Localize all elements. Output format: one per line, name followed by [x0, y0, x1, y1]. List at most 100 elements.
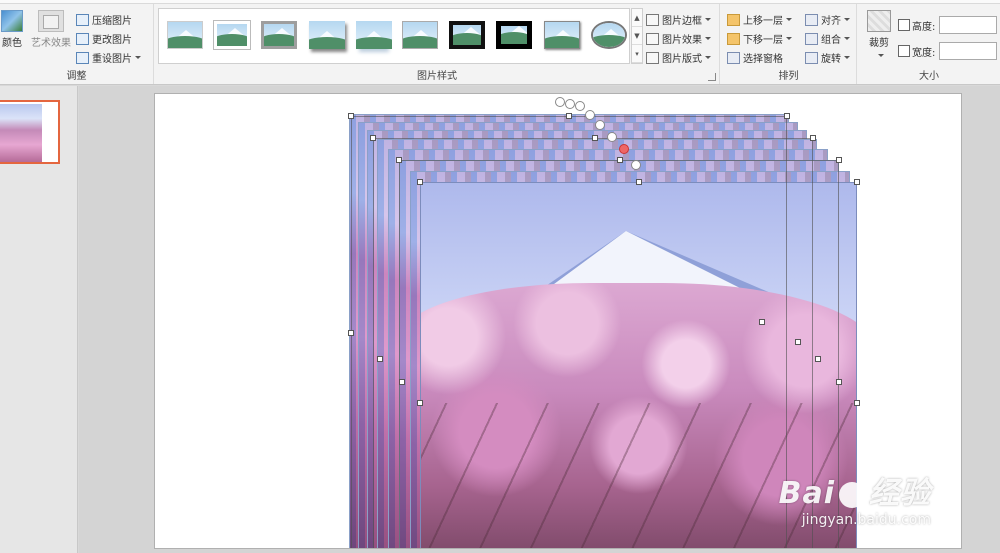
resize-handle[interactable]	[396, 157, 402, 163]
picture-border-button[interactable]: 图片边框	[646, 10, 711, 29]
resize-handle[interactable]	[854, 400, 860, 406]
resize-handle[interactable]	[399, 379, 405, 385]
group-icon	[805, 32, 818, 45]
rotate-handle[interactable]	[607, 132, 617, 142]
resize-handle[interactable]	[348, 330, 354, 336]
watermark-url: jingyan.baidu.com	[801, 512, 931, 528]
style-thumb-soft-edge[interactable]	[402, 21, 438, 49]
picture-styles-group: ▲ ▼ ▾ 图片边框 图片效果 图片版式 图片样式	[155, 4, 720, 84]
resize-handle[interactable]	[784, 113, 790, 119]
style-thumb-reflected[interactable]	[356, 21, 392, 49]
resize-handle[interactable]	[566, 113, 572, 119]
width-label: 宽度:	[912, 47, 936, 59]
rotate-handle[interactable]	[595, 120, 605, 130]
height-label: 高度:	[912, 21, 936, 33]
style-thumb-white-frame[interactable]	[214, 21, 250, 49]
picture-layout-button[interactable]: 图片版式	[646, 48, 711, 67]
bring-forward-button[interactable]: 上移一层	[727, 10, 792, 29]
resize-handle[interactable]	[377, 356, 383, 362]
send-backward-button[interactable]: 下移一层	[727, 29, 792, 48]
change-picture-button[interactable]: 更改图片	[76, 29, 141, 48]
baidu-watermark: Bai 经验 jingyan.baidu.com	[779, 468, 931, 528]
adjust-group: 颜色 艺术效果 压缩图片 更改图片 重设图片 调整	[0, 4, 154, 84]
size-group: 裁剪 高度: 宽度: 大小	[858, 4, 1000, 84]
gallery-scroll[interactable]: ▲ ▼ ▾	[631, 8, 643, 64]
rotate-handle[interactable]	[631, 160, 641, 170]
compress-pictures-button[interactable]: 压缩图片	[76, 10, 141, 29]
chevron-down-icon[interactable]: ▼	[632, 27, 642, 45]
rotate-handle[interactable]	[619, 144, 629, 154]
arrange-col-1: 上移一层 下移一层 选择窗格	[727, 10, 792, 67]
style-thumb-bevel[interactable]	[544, 21, 580, 49]
watermark-bai: Bai	[778, 476, 835, 511]
chevron-down-icon	[705, 37, 711, 40]
style-thumb-drop-shadow[interactable]	[309, 21, 345, 49]
picture-styles-gallery	[158, 8, 630, 64]
arrange-group: 上移一层 下移一层 选择窗格 对齐 组合 旋转 排列	[721, 4, 857, 84]
group-button[interactable]: 组合	[805, 29, 850, 48]
selection-pane-button[interactable]: 选择窗格	[727, 48, 792, 67]
resize-handle[interactable]	[759, 319, 765, 325]
size-group-label: 大小	[919, 71, 939, 82]
rotate-icon	[805, 51, 818, 64]
resize-handle[interactable]	[370, 135, 376, 141]
rotate-handle[interactable]	[575, 101, 585, 111]
compress-icon	[76, 13, 89, 26]
color-icon	[1, 10, 23, 32]
picture-styles-group-label: 图片样式	[417, 71, 457, 82]
resize-handle[interactable]	[795, 339, 801, 345]
resize-handle[interactable]	[417, 400, 423, 406]
chevron-up-icon[interactable]: ▲	[632, 9, 642, 27]
width-icon	[898, 45, 910, 57]
chevron-down-icon	[844, 37, 850, 40]
height-input[interactable]	[939, 16, 998, 34]
change-picture-label: 更改图片	[92, 35, 132, 46]
chevron-down-icon	[705, 18, 711, 21]
reset-picture-label: 重设图片	[92, 54, 132, 65]
selection-pane-label: 选择窗格	[743, 54, 783, 65]
rotate-handle[interactable]	[585, 110, 595, 120]
slide-canvas-area: Bai 经验 jingyan.baidu.com	[79, 86, 1000, 553]
selection-outline	[399, 160, 839, 548]
resize-handle[interactable]	[617, 157, 623, 163]
arrange-group-label: 排列	[778, 71, 799, 82]
width-input[interactable]	[939, 42, 998, 60]
style-thumb-black-frame[interactable]	[449, 21, 485, 49]
picture-effects-button[interactable]: 图片效果	[646, 29, 711, 48]
crop-button[interactable]: 裁剪	[864, 10, 894, 60]
crop-icon	[867, 10, 891, 32]
slide[interactable]: Bai 经验 jingyan.baidu.com	[154, 93, 962, 549]
resize-handle[interactable]	[636, 179, 642, 185]
height-icon	[898, 19, 910, 31]
resize-handle[interactable]	[836, 379, 842, 385]
bring-forward-label: 上移一层	[743, 16, 783, 27]
align-label: 对齐	[821, 16, 841, 27]
picture-layout-label: 图片版式	[662, 54, 702, 65]
align-button[interactable]: 对齐	[805, 10, 850, 29]
resize-handle[interactable]	[592, 135, 598, 141]
crop-label: 裁剪	[869, 38, 889, 49]
resize-handle[interactable]	[348, 113, 354, 119]
resize-handle[interactable]	[854, 179, 860, 185]
rotate-button[interactable]: 旋转	[805, 48, 850, 67]
resize-handle[interactable]	[815, 356, 821, 362]
chevron-down-icon	[135, 56, 141, 59]
resize-handle[interactable]	[810, 135, 816, 141]
artistic-effects-button[interactable]: 艺术效果	[28, 10, 74, 49]
rotate-handle[interactable]	[565, 99, 575, 109]
slide-thumbnail[interactable]	[0, 100, 60, 164]
style-thumb-thick-black-frame[interactable]	[496, 21, 532, 49]
style-thumb-gray-frame[interactable]	[261, 21, 297, 49]
gallery-more-icon[interactable]: ▾	[632, 45, 642, 63]
resize-handle[interactable]	[417, 179, 423, 185]
rotate-handle[interactable]	[555, 97, 565, 107]
style-thumb-oval[interactable]	[591, 21, 627, 49]
dialog-launcher-icon[interactable]	[708, 73, 716, 81]
change-picture-icon	[76, 32, 89, 45]
send-backward-icon	[727, 32, 740, 45]
resize-handle[interactable]	[836, 157, 842, 163]
color-button[interactable]: 颜色	[0, 10, 24, 49]
reset-picture-button[interactable]: 重设图片	[76, 48, 141, 67]
style-thumb-simple-frame[interactable]	[167, 21, 203, 49]
width-row: 宽度:	[898, 42, 998, 60]
